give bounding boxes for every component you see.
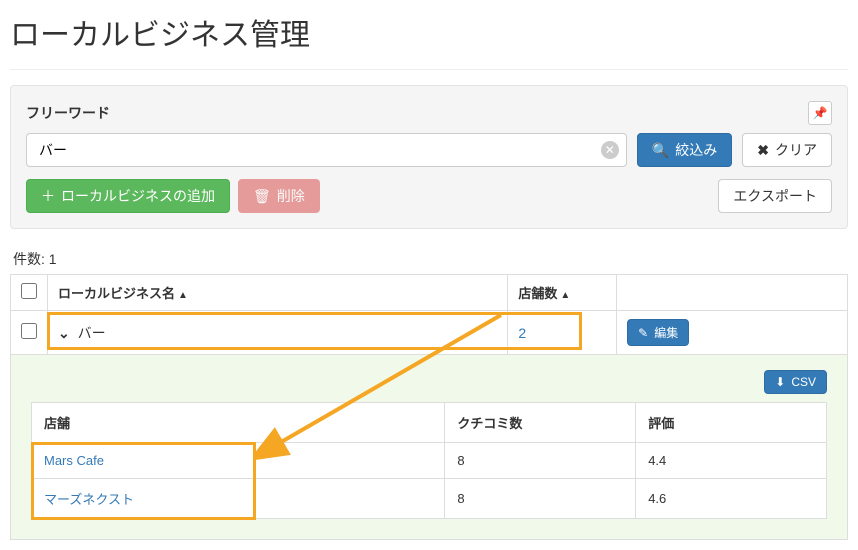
- csv-button[interactable]: ⬇ CSV: [764, 370, 827, 394]
- search-icon: 🔍: [652, 142, 669, 159]
- download-icon: ⬇: [775, 375, 785, 389]
- store-table: 店舗 クチコミ数 評価 Mars Cafe 8 4.4 マーズネクスト 8 4.…: [31, 402, 827, 519]
- edit-button[interactable]: ✎ 編集: [627, 319, 689, 346]
- clear-icon: ✖: [757, 142, 769, 159]
- plus-icon: ＋: [41, 186, 55, 206]
- pencil-icon: ✎: [638, 326, 648, 340]
- header-checkbox-cell: [11, 275, 48, 311]
- search-button-label: 絞込み: [675, 140, 717, 160]
- business-name-cell[interactable]: ⌄ バー: [48, 311, 508, 355]
- clear-input-icon[interactable]: ✕: [601, 141, 619, 159]
- list-item: Mars Cafe 8 4.4: [32, 443, 827, 479]
- store-count-link[interactable]: 2: [518, 325, 526, 341]
- add-business-button[interactable]: ＋ ローカルビジネスの追加: [26, 179, 230, 213]
- keyword-input[interactable]: [26, 133, 627, 167]
- column-name[interactable]: ローカルビジネス名▲: [48, 275, 508, 311]
- detail-panel: ⬇ CSV 店舗 クチコミ数 評価 Mars Cafe 8 4.4 マーズネクスト…: [10, 355, 848, 540]
- clear-button[interactable]: ✖ クリア: [742, 133, 832, 167]
- add-button-label: ローカルビジネスの追加: [61, 186, 215, 206]
- store-link[interactable]: Mars Cafe: [44, 453, 104, 468]
- sub-column-reviews: クチコミ数: [445, 403, 636, 443]
- filter-label: フリーワード: [26, 103, 110, 123]
- search-button[interactable]: 🔍 絞込み: [637, 133, 732, 167]
- rating-cell: 4.4: [636, 443, 827, 479]
- divider: [10, 69, 848, 70]
- trash-icon: 🗑: [253, 188, 271, 205]
- pin-button[interactable]: 📌: [808, 101, 832, 125]
- store-link[interactable]: マーズネクスト: [44, 492, 134, 507]
- page-title: ローカルビジネス管理: [10, 10, 848, 54]
- export-button-label: エクスポート: [733, 186, 817, 206]
- csv-label: CSV: [791, 375, 816, 389]
- reviews-cell: 8: [445, 479, 636, 519]
- reviews-cell: 8: [445, 443, 636, 479]
- column-store-count[interactable]: 店舗数▲: [508, 275, 617, 311]
- delete-button-label: 削除: [277, 186, 305, 206]
- export-button[interactable]: エクスポート: [718, 179, 832, 213]
- edit-button-label: 編集: [654, 324, 678, 341]
- rating-cell: 4.6: [636, 479, 827, 519]
- chevron-down-icon: ⌄: [58, 325, 70, 341]
- column-actions: [617, 275, 848, 311]
- count-label: 件数: 1: [13, 249, 848, 269]
- table-row: ⌄ バー 2 ✎ 編集: [11, 311, 848, 355]
- sub-column-rating: 評価: [636, 403, 827, 443]
- row-checkbox[interactable]: [21, 323, 37, 339]
- filter-panel: フリーワード 📌 ✕ 🔍 絞込み ✖ クリア ＋ ローカルビジネスの追加 🗑 削…: [10, 85, 848, 229]
- sub-column-store: 店舗: [32, 403, 445, 443]
- clear-button-label: クリア: [775, 140, 817, 160]
- pin-icon: 📌: [813, 106, 828, 120]
- delete-button[interactable]: 🗑 削除: [238, 179, 320, 213]
- business-table: ローカルビジネス名▲ 店舗数▲ ⌄ バー 2 ✎ 編集: [10, 274, 848, 355]
- business-name: バー: [78, 325, 106, 341]
- select-all-checkbox[interactable]: [21, 283, 37, 299]
- sort-caret-icon: ▲: [178, 290, 188, 301]
- sort-caret-icon: ▲: [560, 290, 570, 301]
- list-item: マーズネクスト 8 4.6: [32, 479, 827, 519]
